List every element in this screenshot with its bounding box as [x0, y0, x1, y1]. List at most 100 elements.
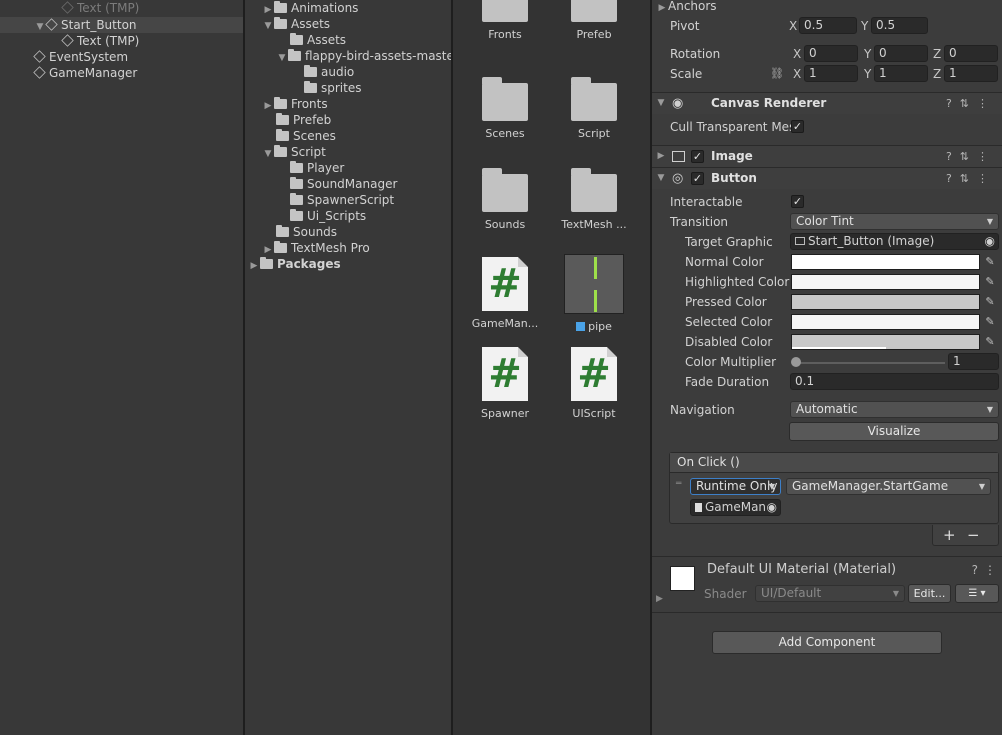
asset-prefab-pipe[interactable]: pipe [554, 254, 634, 333]
presets-icon[interactable]: ⇅ [960, 150, 977, 163]
fade-duration-field[interactable]: 0.1 [790, 373, 999, 390]
expanded-arrow-icon[interactable]: ▼ [262, 18, 274, 34]
add-component-button[interactable]: Add Component [712, 631, 942, 654]
kebab-menu-icon[interactable]: ⋮ [984, 563, 996, 577]
help-icon[interactable]: ? [946, 172, 960, 185]
rotation-y-field[interactable]: 0 [874, 45, 928, 62]
folder-item[interactable]: ▼ Script [262, 144, 326, 160]
scale-x-field[interactable]: 1 [804, 65, 858, 82]
folder-item[interactable]: SpawnerScript [290, 192, 394, 208]
eyedropper-icon[interactable]: ✎ [982, 334, 998, 350]
eyedropper-icon[interactable]: ✎ [982, 314, 998, 330]
asset-folder-scenes[interactable]: Scenes [465, 77, 545, 140]
expand-arrow-icon[interactable]: ▼ [34, 19, 46, 35]
pressed-color-swatch[interactable] [791, 294, 980, 310]
multiplier-slider-track[interactable] [795, 362, 945, 364]
hierarchy-item-start-button[interactable]: ▼ Start_Button [34, 17, 137, 33]
eyedropper-icon[interactable]: ✎ [982, 294, 998, 310]
folder-item[interactable]: Ui_Scripts [290, 208, 366, 224]
image-enabled-checkbox[interactable]: ✓ [691, 150, 704, 163]
expanded-arrow-icon[interactable]: ▼ [262, 146, 274, 162]
asset-folder-fronts[interactable]: Fronts [465, 0, 545, 41]
kebab-menu-icon[interactable]: ⋮ [977, 97, 996, 110]
object-picker-icon[interactable]: ◉ [767, 500, 777, 515]
expanded-arrow-icon[interactable]: ▼ [655, 93, 667, 114]
folder-item[interactable]: ▶ TextMesh Pro [262, 240, 370, 256]
presets-icon[interactable]: ⇅ [960, 97, 977, 110]
collapsed-arrow-icon[interactable]: ▶ [655, 146, 667, 167]
collapsed-arrow-icon[interactable]: ▶ [656, 0, 668, 16]
pivot-x-field[interactable]: 0.5 [799, 17, 857, 34]
kebab-menu-icon[interactable]: ⋮ [977, 172, 996, 185]
anchors-foldout[interactable]: ▶ Anchors [659, 0, 717, 16]
button-component-header[interactable]: ▼ ◎ ✓ Button ?⇅⋮ [652, 167, 1002, 189]
multiplier-field[interactable]: 1 [948, 353, 999, 370]
pivot-y-field[interactable]: 0.5 [871, 17, 928, 34]
drag-handle-icon[interactable]: ═ [676, 479, 681, 489]
presets-icon[interactable]: ⇅ [960, 172, 977, 185]
disabled-color-swatch[interactable] [791, 334, 980, 350]
add-event-button[interactable]: + [943, 525, 956, 545]
component-header-icons[interactable]: ?⇅⋮ [946, 146, 996, 167]
folder-item[interactable]: Player [290, 160, 344, 176]
hierarchy-item-gamemanager[interactable]: GameManager [33, 65, 137, 81]
expanded-arrow-icon[interactable]: ▼ [655, 168, 667, 189]
shader-edit-button[interactable]: Edit... [908, 584, 951, 603]
folder-item[interactable]: audio [304, 64, 354, 80]
folder-item[interactable]: Sounds [276, 224, 337, 240]
component-header-icons[interactable]: ?⇅⋮ [946, 93, 996, 114]
folder-item-packages[interactable]: ▶ Packages [248, 256, 341, 272]
hierarchy-item[interactable]: Text (TMP) [61, 0, 139, 16]
button-enabled-checkbox[interactable]: ✓ [691, 172, 704, 185]
folder-item[interactable]: ▼ Assets [262, 16, 330, 32]
canvas-renderer-header[interactable]: ▼ ◉ Canvas Renderer ?⇅⋮ [652, 92, 1002, 114]
eyedropper-icon[interactable]: ✎ [982, 274, 998, 290]
navigation-dropdown[interactable]: Automatic ▼ [790, 401, 999, 418]
folder-item[interactable]: Scenes [276, 128, 336, 144]
image-component-header[interactable]: ▶ ✓ Image ?⇅⋮ [652, 145, 1002, 167]
shader-options-button[interactable]: ☰ ▾ [955, 584, 999, 603]
shader-dropdown[interactable]: UI/Default ▼ [755, 585, 905, 602]
asset-folder-prefeb[interactable]: Prefeb [554, 0, 634, 41]
constrain-proportions-icon[interactable]: ⛓ [770, 66, 784, 82]
help-icon[interactable]: ? [972, 563, 978, 577]
hierarchy-item[interactable]: Text (TMP) [61, 33, 139, 49]
expanded-arrow-icon[interactable]: ▼ [276, 50, 288, 66]
collapsed-arrow-icon[interactable]: ▶ [248, 258, 260, 274]
scale-y-field[interactable]: 1 [874, 65, 928, 82]
eyedropper-icon[interactable]: ✎ [982, 254, 998, 270]
help-icon[interactable]: ? [946, 97, 960, 110]
interactable-checkbox[interactable]: ✓ [791, 195, 804, 208]
scale-z-field[interactable]: 1 [944, 65, 998, 82]
collapsed-arrow-icon[interactable]: ▶ [656, 594, 663, 604]
folder-item[interactable]: Assets [290, 32, 346, 48]
selected-color-swatch[interactable] [791, 314, 980, 330]
remove-event-button[interactable]: − [967, 525, 980, 545]
rotation-z-field[interactable]: 0 [944, 45, 998, 62]
folder-item[interactable]: SoundManager [290, 176, 397, 192]
kebab-menu-icon[interactable]: ⋮ [977, 150, 996, 163]
component-header-icons[interactable]: ?⇅⋮ [946, 168, 996, 189]
folder-item[interactable]: ▶ Animations [262, 0, 358, 16]
asset-script-gamemanager[interactable]: # GameMan... [465, 257, 545, 330]
target-graphic-field[interactable]: Start_Button (Image) ◉ [790, 233, 999, 250]
rotation-x-field[interactable]: 0 [804, 45, 858, 62]
collapsed-arrow-icon[interactable]: ▶ [262, 98, 274, 114]
asset-folder-textmesh[interactable]: TextMesh ... [554, 168, 634, 231]
runtime-only-dropdown[interactable]: Runtime Only ▼ [690, 478, 781, 495]
object-picker-icon[interactable]: ◉ [985, 234, 995, 249]
cull-transparent-checkbox[interactable]: ✓ [791, 120, 804, 133]
target-object-field[interactable]: GameMan ◉ [690, 499, 781, 516]
asset-folder-sounds[interactable]: Sounds [465, 168, 545, 231]
visualize-button[interactable]: Visualize [789, 422, 999, 441]
transition-dropdown[interactable]: Color Tint ▼ [790, 213, 999, 230]
multiplier-slider-handle[interactable] [791, 357, 801, 367]
help-icon[interactable]: ? [946, 150, 960, 163]
folder-item[interactable]: ▼ flappy-bird-assets-maste [276, 48, 451, 64]
asset-folder-script[interactable]: Script [554, 77, 634, 140]
folder-item[interactable]: ▶ Fronts [262, 96, 328, 112]
function-dropdown[interactable]: GameManager.StartGame ▼ [786, 478, 991, 495]
folder-item[interactable]: Prefeb [276, 112, 331, 128]
asset-script-uiscript[interactable]: # UIScript [554, 347, 634, 420]
highlighted-color-swatch[interactable] [791, 274, 980, 290]
